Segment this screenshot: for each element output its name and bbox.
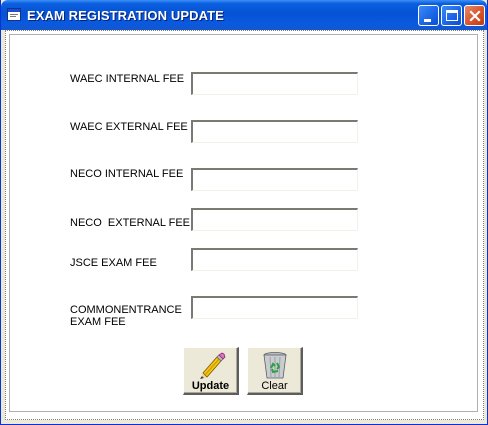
form-client-area: WAEC INTERNAL FEE WAEC EXTERNAL FEE NECO…: [5, 30, 484, 420]
form-frame: WAEC INTERNAL FEE WAEC EXTERNAL FEE NECO…: [9, 34, 478, 412]
title-bar[interactable]: EXAM REGISTRATION UPDATE: [1, 0, 487, 30]
minimize-button[interactable]: [418, 5, 439, 26]
update-button-label: Update: [191, 380, 230, 392]
maximize-button[interactable]: [441, 5, 462, 26]
window-title: EXAM REGISTRATION UPDATE: [27, 8, 224, 23]
waec-external-fee-label: WAEC EXTERNAL FEE: [70, 121, 188, 133]
neco-external-fee-input[interactable]: [191, 208, 358, 231]
app-window: EXAM REGISTRATION UPDATE WAEC INTERNAL F…: [0, 0, 488, 425]
close-button[interactable]: [464, 5, 485, 26]
waec-external-fee-input[interactable]: [191, 120, 358, 143]
recycle-bin-icon: [263, 352, 286, 379]
waec-internal-fee-input[interactable]: [191, 72, 358, 95]
minimize-icon: [424, 19, 431, 22]
close-icon: [469, 10, 481, 22]
commonentrance-exam-fee-label: COMMONENTRANCE EXAM FEE: [70, 304, 182, 328]
jsce-exam-fee-label: JSCE EXAM FEE: [70, 257, 157, 269]
app-window-icon: [7, 8, 21, 21]
neco-internal-fee-input[interactable]: [191, 168, 358, 191]
clear-button-label: Clear: [261, 380, 288, 392]
update-button[interactable]: Update: [183, 347, 239, 395]
waec-internal-fee-label: WAEC INTERNAL FEE: [70, 73, 185, 85]
neco-internal-fee-label: NECO INTERNAL FEE: [70, 168, 184, 180]
neco-external-fee-label: NECO EXTERNAL FEE: [70, 217, 191, 229]
jsce-exam-fee-input[interactable]: [191, 248, 358, 271]
pencil-icon: [199, 352, 225, 379]
clear-button[interactable]: Clear: [247, 347, 303, 395]
commonentrance-exam-fee-input[interactable]: [191, 296, 358, 319]
maximize-icon: [446, 10, 458, 21]
